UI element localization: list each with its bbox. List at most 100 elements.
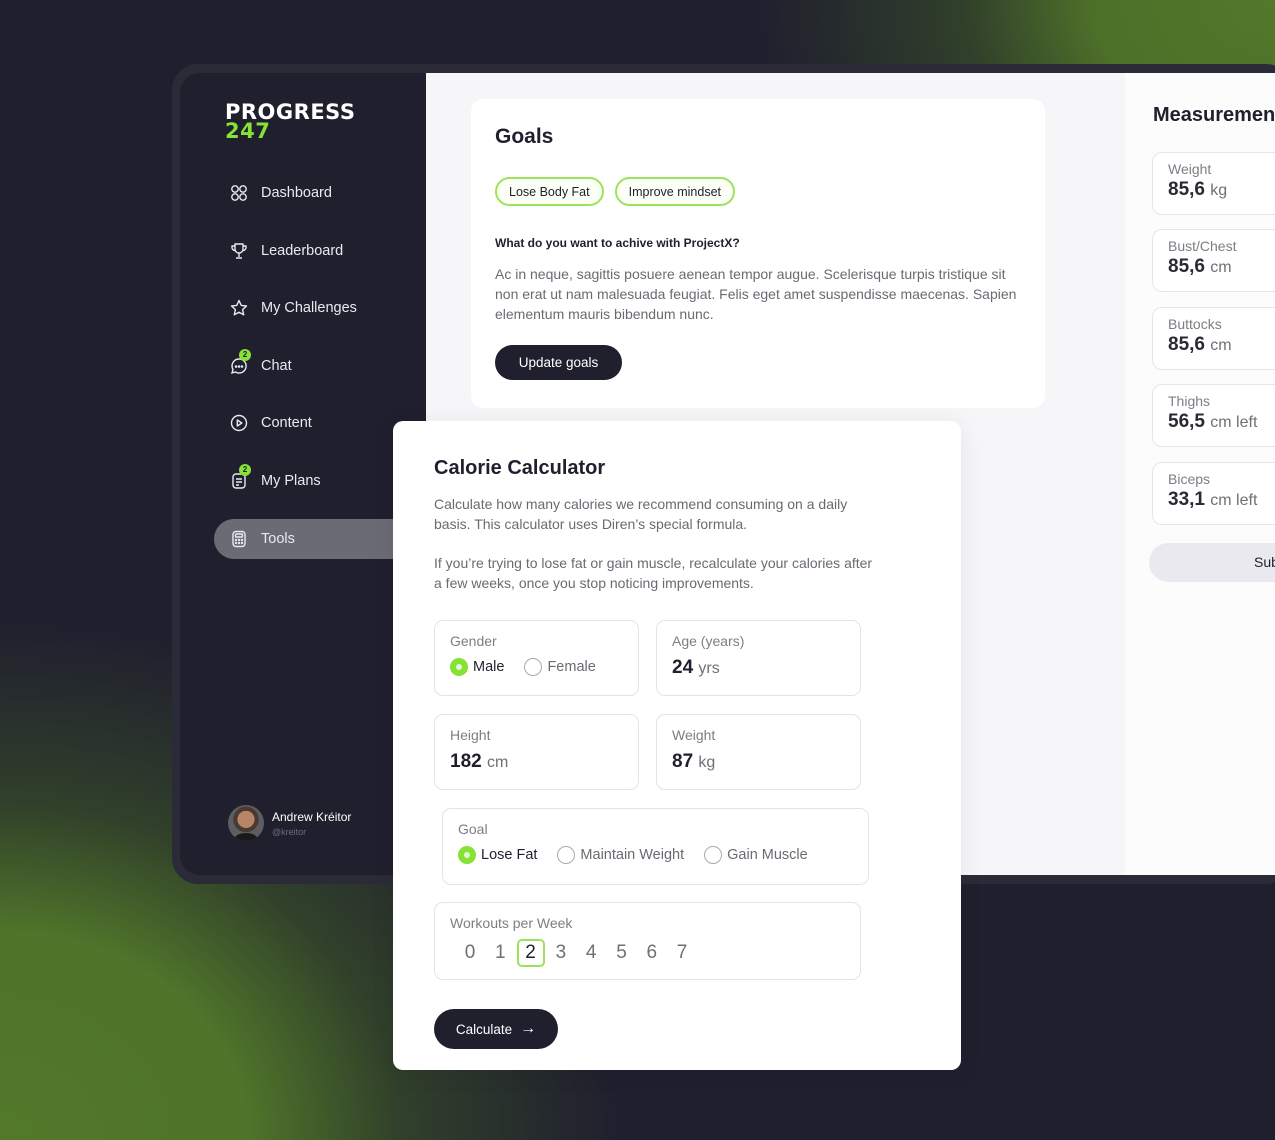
measurement-label: Weight: [1168, 161, 1212, 177]
radio-maintain-weight[interactable]: Maintain Weight: [557, 846, 684, 864]
goal-radio-group: Lose Fat Maintain Weight Gain Muscle: [458, 846, 868, 864]
play-circle-icon: [230, 414, 248, 432]
goal-field: Goal Lose Fat Maintain Weight Gain Muscl…: [442, 808, 869, 885]
radio-dot: [458, 846, 476, 864]
measurement-value: 56,5 cm left: [1168, 411, 1275, 433]
chat-icon: 2: [230, 348, 251, 375]
age-field[interactable]: Age (years) 24 yrs: [656, 620, 861, 696]
radio-female[interactable]: Female: [524, 658, 596, 676]
submit-measurements-button[interactable]: Sub: [1149, 543, 1275, 582]
value-number: 56,5: [1168, 411, 1205, 432]
weight-value: 87 kg: [672, 751, 860, 773]
field-label: Age (years): [672, 633, 745, 649]
measurement-label: Bust/Chest: [1168, 238, 1237, 254]
value-unit: yrs: [698, 660, 720, 677]
radio-lose-fat[interactable]: Lose Fat: [458, 846, 537, 864]
field-label: Workouts per Week: [450, 915, 573, 931]
sidebar-item-dashboard[interactable]: Dashboard: [214, 173, 444, 213]
grid-icon: [230, 184, 248, 202]
value-number: 33,1: [1168, 489, 1205, 510]
radio-label: Male: [473, 659, 505, 675]
sidebar: PROGRESS 247 Dashboard Leaderboard My Ch…: [180, 73, 444, 875]
goal-chips: Lose Body Fat Improve mindset: [495, 177, 736, 206]
calculator-icon: [230, 530, 248, 548]
goal-chip[interactable]: Improve mindset: [614, 177, 736, 206]
measurement-buttocks[interactable]: Buttocks 85,6 cm: [1152, 307, 1275, 370]
radio-dot: [557, 846, 576, 864]
workout-option[interactable]: 5: [607, 939, 635, 967]
logo: PROGRESS 247: [225, 102, 355, 143]
gender-field: Gender Male Female: [434, 620, 639, 696]
height-value: 182 cm: [450, 751, 638, 773]
radio-gain-muscle[interactable]: Gain Muscle: [704, 846, 808, 864]
calculator-title: Calorie Calculator: [434, 457, 606, 479]
workout-option-selected[interactable]: 2: [516, 939, 545, 967]
arrow-right-icon: →: [520, 1020, 537, 1037]
value-number: 85,6: [1168, 334, 1205, 355]
measurement-thighs[interactable]: Thighs 56,5 cm left: [1152, 384, 1275, 447]
value-unit: cm left: [1210, 414, 1258, 431]
calculate-label: Calculate: [455, 1021, 513, 1037]
workout-option[interactable]: 6: [638, 939, 666, 967]
calculator-description: Calculate how many calories we recommend…: [434, 494, 874, 593]
logo-number: 247: [225, 119, 271, 143]
star-icon: [230, 299, 248, 317]
workout-option[interactable]: 7: [668, 939, 696, 967]
measurement-value: 85,6 kg: [1168, 179, 1275, 201]
field-label: Weight: [672, 727, 716, 743]
value-unit: cm: [1210, 337, 1232, 354]
measurement-biceps[interactable]: Biceps 33,1 cm left: [1152, 462, 1275, 525]
sidebar-item-my-challenges[interactable]: My Challenges: [214, 288, 444, 328]
measurement-label: Biceps: [1168, 471, 1211, 487]
calculator-desc-2: If you’re trying to lose fat or gain mus…: [434, 555, 873, 591]
sidebar-item-leaderboard[interactable]: Leaderboard: [214, 231, 444, 271]
radio-label: Lose Fat: [481, 847, 538, 863]
value-unit: cm left: [1210, 492, 1258, 509]
measurement-label: Buttocks: [1168, 316, 1222, 332]
workout-option[interactable]: 3: [547, 939, 575, 967]
avatar: [228, 805, 264, 841]
measurement-value: 33,1 cm left: [1168, 489, 1275, 511]
plans-badge: 2: [239, 463, 251, 476]
goals-card: Goals Lose Body Fat Improve mindset What…: [471, 99, 1045, 408]
radio-male[interactable]: Male: [450, 658, 504, 676]
trophy-icon: [230, 242, 248, 260]
goals-description: Ac in neque, sagittis posuere aenean tem…: [495, 266, 1017, 322]
user-profile[interactable]: Andrew Kréitor @kreitor: [228, 805, 351, 841]
measurement-weight[interactable]: Weight 85,6 kg: [1152, 152, 1275, 215]
value-unit: cm: [486, 754, 509, 771]
value-number: 85,6: [1168, 179, 1205, 200]
chat-badge: 2: [239, 348, 251, 361]
document-icon: 2: [230, 463, 251, 490]
workout-option[interactable]: 0: [456, 939, 484, 967]
calculate-button[interactable]: Calculate →: [434, 1009, 558, 1049]
value-number: 24: [672, 657, 694, 678]
gender-radio-group: Male Female: [450, 658, 638, 676]
field-label: Gender: [450, 633, 497, 649]
value-number: 182: [450, 751, 482, 772]
weight-field[interactable]: Weight 87 kg: [656, 714, 861, 790]
goal-chip[interactable]: Lose Body Fat: [495, 177, 604, 206]
calculator-desc-1: Calculate how many calories we recommend…: [434, 496, 848, 532]
value-unit: kg: [1210, 182, 1228, 199]
value-unit: kg: [698, 754, 716, 771]
measurement-value: 85,6 cm: [1168, 334, 1275, 356]
sidebar-item-chat[interactable]: 2 Chat: [214, 346, 444, 386]
update-goals-button[interactable]: Update goals: [495, 345, 622, 380]
field-label: Height: [450, 727, 491, 743]
height-field[interactable]: Height 182 cm: [434, 714, 639, 790]
sidebar-item-label: My Challenges: [261, 300, 357, 317]
workout-option[interactable]: 1: [486, 939, 514, 967]
measurement-bust-chest[interactable]: Bust/Chest 85,6 cm: [1152, 229, 1275, 292]
workout-option[interactable]: 4: [577, 939, 605, 967]
sidebar-item-label: Content: [261, 415, 312, 432]
value-unit: cm: [1210, 259, 1232, 276]
field-label: Goal: [458, 821, 488, 837]
radio-label: Female: [547, 659, 596, 675]
age-value: 24 yrs: [672, 657, 860, 679]
radio-dot: [704, 846, 723, 864]
sidebar-item-label: Tools: [261, 530, 295, 547]
sidebar-item-label: My Plans: [261, 472, 321, 489]
measurement-value: 85,6 cm: [1168, 256, 1275, 278]
sidebar-item-label: Leaderboard: [261, 242, 344, 259]
